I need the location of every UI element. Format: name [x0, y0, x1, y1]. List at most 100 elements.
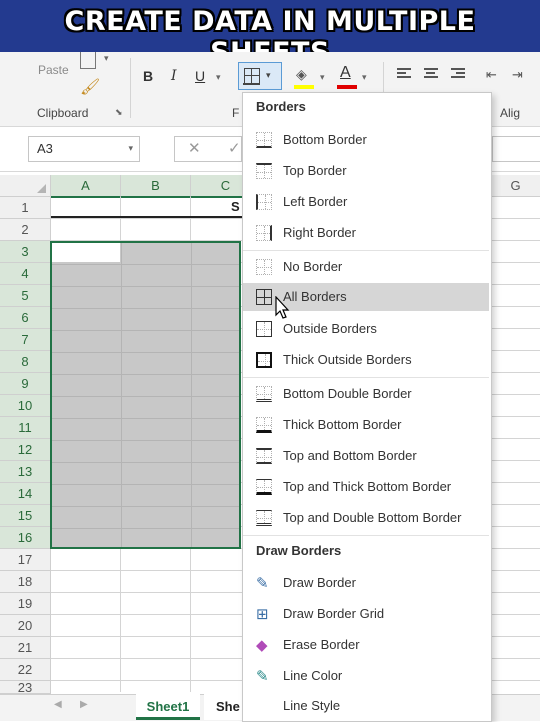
- menu-item-label: Line Style: [283, 698, 341, 713]
- menu-item-label: Top and Double Bottom Border: [283, 510, 462, 525]
- chevron-down-icon[interactable]: ▾: [128, 143, 133, 154]
- align-left-icon[interactable]: [397, 68, 411, 80]
- format-painter-icon[interactable]: 🖌: [80, 77, 100, 97]
- menu-item-label: Thick Bottom Border: [283, 417, 402, 432]
- line-color-icon: ✎: [256, 668, 269, 685]
- row-header[interactable]: 21: [0, 637, 51, 659]
- italic-button[interactable]: I: [171, 68, 177, 84]
- row-header[interactable]: 22: [0, 659, 51, 681]
- chevron-down-icon[interactable]: ▾: [320, 72, 325, 83]
- menu-item-label: Bottom Double Border: [283, 386, 412, 401]
- row-header[interactable]: 13: [0, 461, 52, 483]
- no-border-icon: [256, 259, 272, 275]
- row-header[interactable]: 16: [0, 527, 52, 549]
- formula-input[interactable]: [492, 136, 540, 162]
- fill-color-icon[interactable]: ◈: [296, 66, 307, 83]
- menu-item-top-and-thick-bottom-border[interactable]: Top and Thick Bottom Border: [243, 473, 489, 501]
- menu-item-bottom-border[interactable]: Bottom Border: [243, 126, 489, 154]
- copy-icon[interactable]: [80, 52, 96, 69]
- active-cell-a3[interactable]: [52, 243, 120, 262]
- enter-icon[interactable]: ✓: [228, 139, 241, 157]
- column-header-b[interactable]: B: [121, 175, 191, 198]
- all-borders-icon: [256, 289, 272, 305]
- row-header[interactable]: 2: [0, 219, 51, 241]
- row-header[interactable]: 10: [0, 395, 52, 417]
- top-and-bottom-border-icon: [256, 448, 272, 464]
- name-box[interactable]: A3 ▾: [28, 136, 140, 162]
- menu-item-draw-border-grid[interactable]: ⊞ Draw Border Grid: [243, 600, 489, 628]
- menu-item-erase-border[interactable]: ◆ Erase Border: [243, 631, 489, 659]
- eraser-icon: ◆: [256, 637, 268, 654]
- column-header-a[interactable]: A: [51, 175, 121, 198]
- scroll-tabs-left-icon[interactable]: ◀: [54, 699, 62, 710]
- menu-item-top-and-bottom-border[interactable]: Top and Bottom Border: [243, 442, 489, 470]
- row-header[interactable]: 17: [0, 549, 51, 571]
- selected-range[interactable]: [50, 241, 241, 549]
- chevron-down-icon[interactable]: ▾: [266, 70, 271, 81]
- row-header[interactable]: 3: [0, 241, 52, 263]
- menu-item-label: Erase Border: [283, 637, 360, 652]
- menu-item-top-and-double-bottom-border[interactable]: Top and Double Bottom Border: [243, 504, 489, 532]
- paste-button[interactable]: Paste: [38, 63, 69, 77]
- column-header-g[interactable]: G: [491, 175, 540, 197]
- row-header[interactable]: 19: [0, 593, 51, 615]
- row-header[interactable]: 6: [0, 307, 52, 329]
- menu-item-line-color[interactable]: ✎ Line Color: [243, 662, 489, 690]
- row-header[interactable]: 11: [0, 417, 52, 439]
- dialog-launcher-icon[interactable]: ⬊: [115, 107, 123, 118]
- cursor-icon: [275, 296, 290, 319]
- menu-item-label: Bottom Border: [283, 132, 367, 147]
- sheet-tab-sheet2[interactable]: She: [204, 694, 244, 720]
- row-header[interactable]: 8: [0, 351, 52, 373]
- menu-item-label: Right Border: [283, 225, 356, 240]
- menu-item-thick-outside-borders[interactable]: Thick Outside Borders: [243, 346, 489, 374]
- bold-button[interactable]: B: [143, 68, 153, 84]
- menu-item-line-style[interactable]: Line Style: [243, 692, 489, 720]
- menu-item-label: All Borders: [283, 289, 347, 304]
- fill-color-swatch: [294, 85, 314, 89]
- underline-button[interactable]: U: [195, 68, 205, 84]
- scroll-tabs-right-icon[interactable]: ▶: [80, 699, 88, 710]
- menu-item-label: Left Border: [283, 194, 348, 209]
- align-right-icon[interactable]: [451, 68, 465, 80]
- menu-item-label: Draw Border: [283, 575, 356, 590]
- thick-bottom-border-icon: [256, 417, 272, 433]
- group-divider: [130, 58, 131, 118]
- font-color-button[interactable]: A: [340, 64, 351, 82]
- bottom-double-border-icon: [256, 386, 272, 402]
- menu-item-draw-border[interactable]: ✎ Draw Border: [243, 569, 489, 597]
- menu-item-label: Draw Border Grid: [283, 606, 385, 621]
- row-header[interactable]: 4: [0, 263, 52, 285]
- row-header[interactable]: 5: [0, 285, 52, 307]
- menu-item-top-border[interactable]: Top Border: [243, 157, 489, 185]
- menu-item-left-border[interactable]: Left Border: [243, 188, 489, 216]
- decrease-indent-icon[interactable]: ⇤: [486, 67, 497, 83]
- menu-item-bottom-double-border[interactable]: Bottom Double Border: [243, 380, 489, 408]
- row-header[interactable]: 1: [0, 197, 51, 219]
- row-header[interactable]: 7: [0, 329, 52, 351]
- sheet-tab-sheet1[interactable]: Sheet1: [136, 694, 200, 720]
- top-and-thick-bottom-border-icon: [256, 479, 272, 495]
- align-center-icon[interactable]: [424, 68, 438, 80]
- row-header[interactable]: 9: [0, 373, 52, 395]
- chevron-down-icon[interactable]: ▾: [362, 72, 367, 83]
- row-header[interactable]: 23: [0, 681, 51, 694]
- select-all-corner[interactable]: [0, 175, 51, 197]
- pencil-icon: ✎: [256, 575, 269, 592]
- chevron-down-icon[interactable]: ▾: [104, 53, 109, 64]
- menu-item-no-border[interactable]: No Border: [243, 253, 489, 281]
- increase-indent-icon[interactable]: ⇥: [512, 67, 523, 83]
- row-header[interactable]: 18: [0, 571, 51, 593]
- menu-item-label: Line Color: [283, 668, 343, 683]
- menu-item-thick-bottom-border[interactable]: Thick Bottom Border: [243, 411, 489, 439]
- row-header[interactable]: 15: [0, 505, 52, 527]
- menu-item-right-border[interactable]: Right Border: [243, 219, 489, 247]
- row-header[interactable]: 12: [0, 439, 52, 461]
- name-box-value: A3: [37, 141, 53, 156]
- row-header[interactable]: 14: [0, 483, 52, 505]
- borders-button[interactable]: ▾: [238, 62, 282, 90]
- cancel-icon[interactable]: ✕: [188, 139, 201, 157]
- chevron-down-icon[interactable]: ▾: [216, 72, 221, 83]
- row-header[interactable]: 20: [0, 615, 51, 637]
- borders-section-header: Borders: [256, 99, 306, 114]
